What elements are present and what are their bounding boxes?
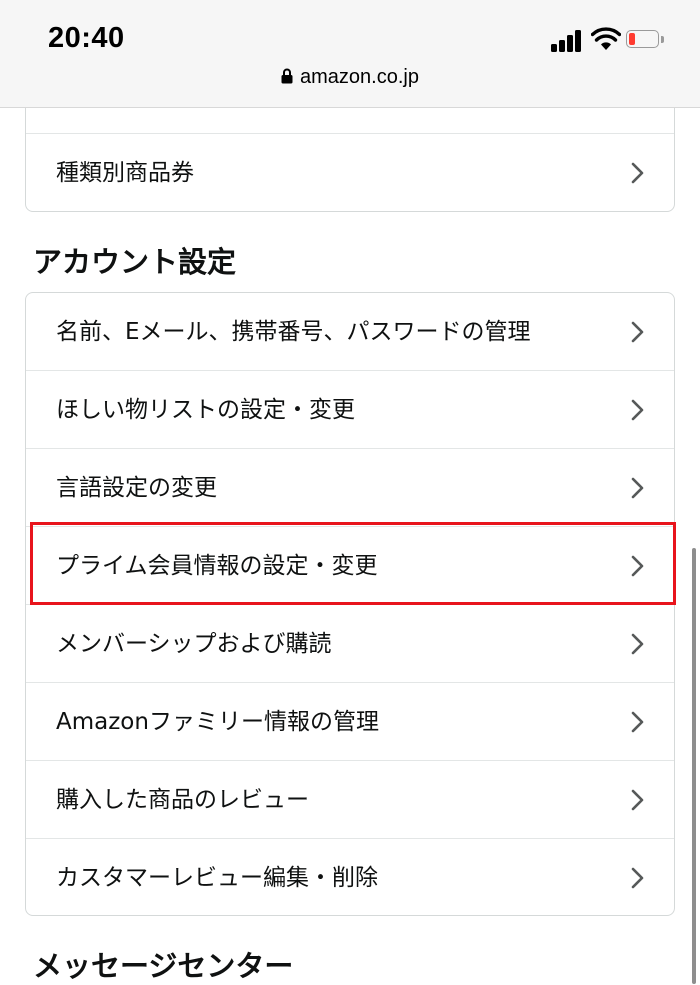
chevron-right-icon	[631, 633, 644, 655]
wifi-icon	[591, 27, 621, 50]
list-item-label: プライム会員情報の設定・変更	[56, 553, 378, 579]
list-item-prime-membership-settings[interactable]: プライム会員情報の設定・変更	[26, 527, 674, 605]
status-bar: 20:40 amazon.co.jp	[0, 0, 700, 108]
chevron-right-icon	[631, 162, 644, 184]
list-item-label: Amazonファミリー情報の管理	[56, 709, 379, 735]
list-item-label: ほしい物リストの設定・変更	[56, 397, 355, 423]
cellular-signal-icon	[551, 30, 583, 52]
list-item-label: カスタマーレビュー編集・削除	[56, 865, 378, 891]
address-bar[interactable]: amazon.co.jp	[0, 66, 700, 89]
chevron-right-icon	[631, 321, 644, 343]
chevron-right-icon	[631, 477, 644, 499]
list-item-gift-cards-by-type[interactable]: 種類別商品券	[26, 134, 674, 211]
chevron-right-icon	[631, 789, 644, 811]
list-item-label: 名前、Eメール、携帯番号、パスワードの管理	[56, 319, 531, 345]
status-time: 20:40	[48, 22, 125, 54]
chevron-right-icon	[631, 399, 644, 421]
page-content: 種類別商品券 アカウント設定 名前、Eメール、携帯番号、パスワードの管理 ほしい…	[0, 0, 700, 984]
chevron-right-icon	[631, 867, 644, 889]
list-item-label: メンバーシップおよび購読	[56, 631, 332, 657]
list-item-edit-delete-reviews[interactable]: カスタマーレビュー編集・削除	[26, 839, 674, 915]
list-item-amazon-family[interactable]: Amazonファミリー情報の管理	[26, 683, 674, 761]
chevron-right-icon	[631, 555, 644, 577]
list-item-language-settings[interactable]: 言語設定の変更	[26, 449, 674, 527]
account-settings-list: 名前、Eメール、携帯番号、パスワードの管理 ほしい物リストの設定・変更 言語設定…	[25, 292, 675, 916]
list-item-label: 言語設定の変更	[56, 475, 217, 501]
list-item-label: 購入した商品のレビュー	[56, 787, 309, 813]
scrollbar[interactable]	[692, 548, 696, 984]
list-item-memberships-subscriptions[interactable]: メンバーシップおよび購読	[26, 605, 674, 683]
list-item-label: 種類別商品券	[56, 160, 194, 186]
battery-icon	[626, 30, 664, 50]
chevron-right-icon	[631, 711, 644, 733]
url-text: amazon.co.jp	[300, 66, 419, 88]
list-item-purchased-item-reviews[interactable]: 購入した商品のレビュー	[26, 761, 674, 839]
section-heading-account-settings: アカウント設定	[33, 245, 237, 279]
lock-icon	[281, 68, 293, 84]
list-item-name-email-phone-password[interactable]: 名前、Eメール、携帯番号、パスワードの管理	[26, 293, 674, 371]
section-heading-message-center: メッセージセンター	[33, 949, 294, 983]
list-item-wishlist-settings[interactable]: ほしい物リストの設定・変更	[26, 371, 674, 449]
